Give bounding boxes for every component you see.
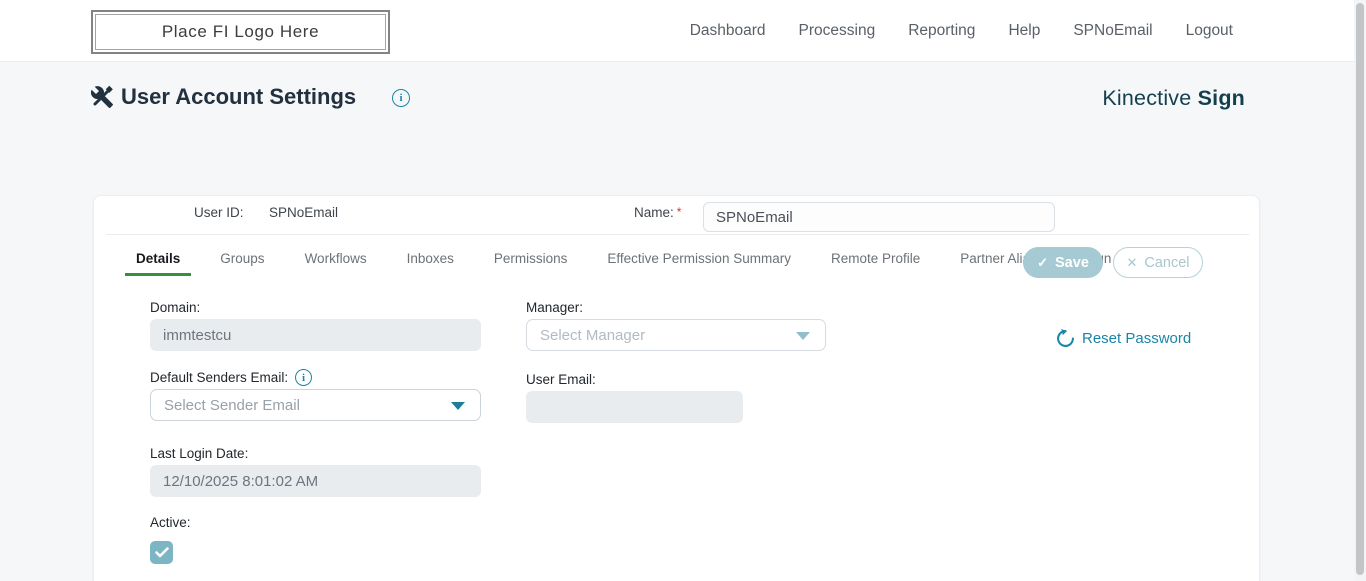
tab-effective-permission-summary[interactable]: Effective Permission Summary <box>596 243 802 276</box>
default-senders-email-label: Default Senders Email: i <box>150 369 313 386</box>
save-button-label: Save <box>1055 254 1089 271</box>
check-mark-icon <box>154 547 169 558</box>
scrollbar-track <box>1354 0 1366 581</box>
tab-inboxes[interactable]: Inboxes <box>396 243 465 276</box>
domain-input <box>150 319 481 351</box>
info-icon: i <box>392 89 410 107</box>
chevron-down-icon <box>451 402 465 410</box>
tab-groups[interactable]: Groups <box>209 243 275 276</box>
tab-workflows[interactable]: Workflows <box>294 243 378 276</box>
x-icon: ✕ <box>1126 254 1138 270</box>
reset-password-label: Reset Password <box>1082 330 1192 347</box>
tab-details[interactable]: Details <box>125 243 192 276</box>
user-account-card: User ID: SPNoEmail Name:* Details Groups… <box>93 195 1260 581</box>
crossed-tools-icon <box>90 85 113 108</box>
nav-reporting[interactable]: Reporting <box>908 22 975 40</box>
fi-logo-placeholder: Place FI Logo Here <box>91 10 390 54</box>
page-title: User Account Settings <box>121 84 357 109</box>
tab-permissions[interactable]: Permissions <box>483 243 579 276</box>
cancel-button-label: Cancel <box>1144 254 1190 271</box>
user-id-label: User ID: <box>194 205 244 220</box>
manager-select: Select Manager <box>526 319 826 351</box>
manager-placeholder: Select Manager <box>540 326 646 344</box>
brand-logo: Kinective Sign <box>1102 86 1245 111</box>
reset-password-link[interactable]: Reset Password <box>1056 329 1191 348</box>
nav-dashboard[interactable]: Dashboard <box>690 22 766 40</box>
cancel-button[interactable]: ✕ Cancel <box>1113 247 1203 278</box>
brand-product: Sign <box>1197 86 1245 110</box>
active-label: Active: <box>150 515 191 530</box>
sender-email-select[interactable]: Select Sender Email <box>150 389 481 421</box>
nav-username[interactable]: SPNoEmail <box>1073 22 1152 40</box>
user-id-value: SPNoEmail <box>269 205 339 220</box>
top-bar: Place FI Logo Here Dashboard Processing … <box>0 0 1354 62</box>
fi-logo-placeholder-text: Place FI Logo Here <box>161 22 320 41</box>
nav-help[interactable]: Help <box>1008 22 1040 40</box>
last-login-input <box>150 465 481 497</box>
page-title-info-icon[interactable]: i <box>392 88 410 107</box>
settings-tabs: Details Groups Workflows Inboxes Permiss… <box>125 243 1161 276</box>
senders-email-info-icon[interactable]: i <box>295 369 313 386</box>
scrollbar-thumb[interactable] <box>1356 3 1364 575</box>
user-email-input <box>526 391 743 423</box>
card-divider <box>106 234 1249 235</box>
chevron-down-icon <box>796 332 810 340</box>
tab-remote-profile[interactable]: Remote Profile <box>820 243 931 276</box>
save-button[interactable]: ✓ Save <box>1023 247 1103 278</box>
sender-email-placeholder: Select Sender Email <box>164 396 300 414</box>
user-email-label: User Email: <box>526 372 596 387</box>
name-input[interactable] <box>703 202 1055 232</box>
top-navigation: Dashboard Processing Reporting Help SPNo… <box>690 0 1233 62</box>
manager-label: Manager: <box>526 300 584 315</box>
check-icon: ✓ <box>1037 254 1049 270</box>
domain-label: Domain: <box>150 300 201 315</box>
brand-name: Kinective <box>1102 86 1192 110</box>
active-checkbox[interactable] <box>150 541 173 564</box>
nav-logout[interactable]: Logout <box>1186 22 1233 40</box>
last-login-label: Last Login Date: <box>150 446 249 461</box>
nav-processing[interactable]: Processing <box>799 22 876 40</box>
required-asterisk: * <box>676 205 682 219</box>
name-label: Name: * <box>634 205 682 220</box>
reset-circular-arrow-icon <box>1057 329 1074 347</box>
